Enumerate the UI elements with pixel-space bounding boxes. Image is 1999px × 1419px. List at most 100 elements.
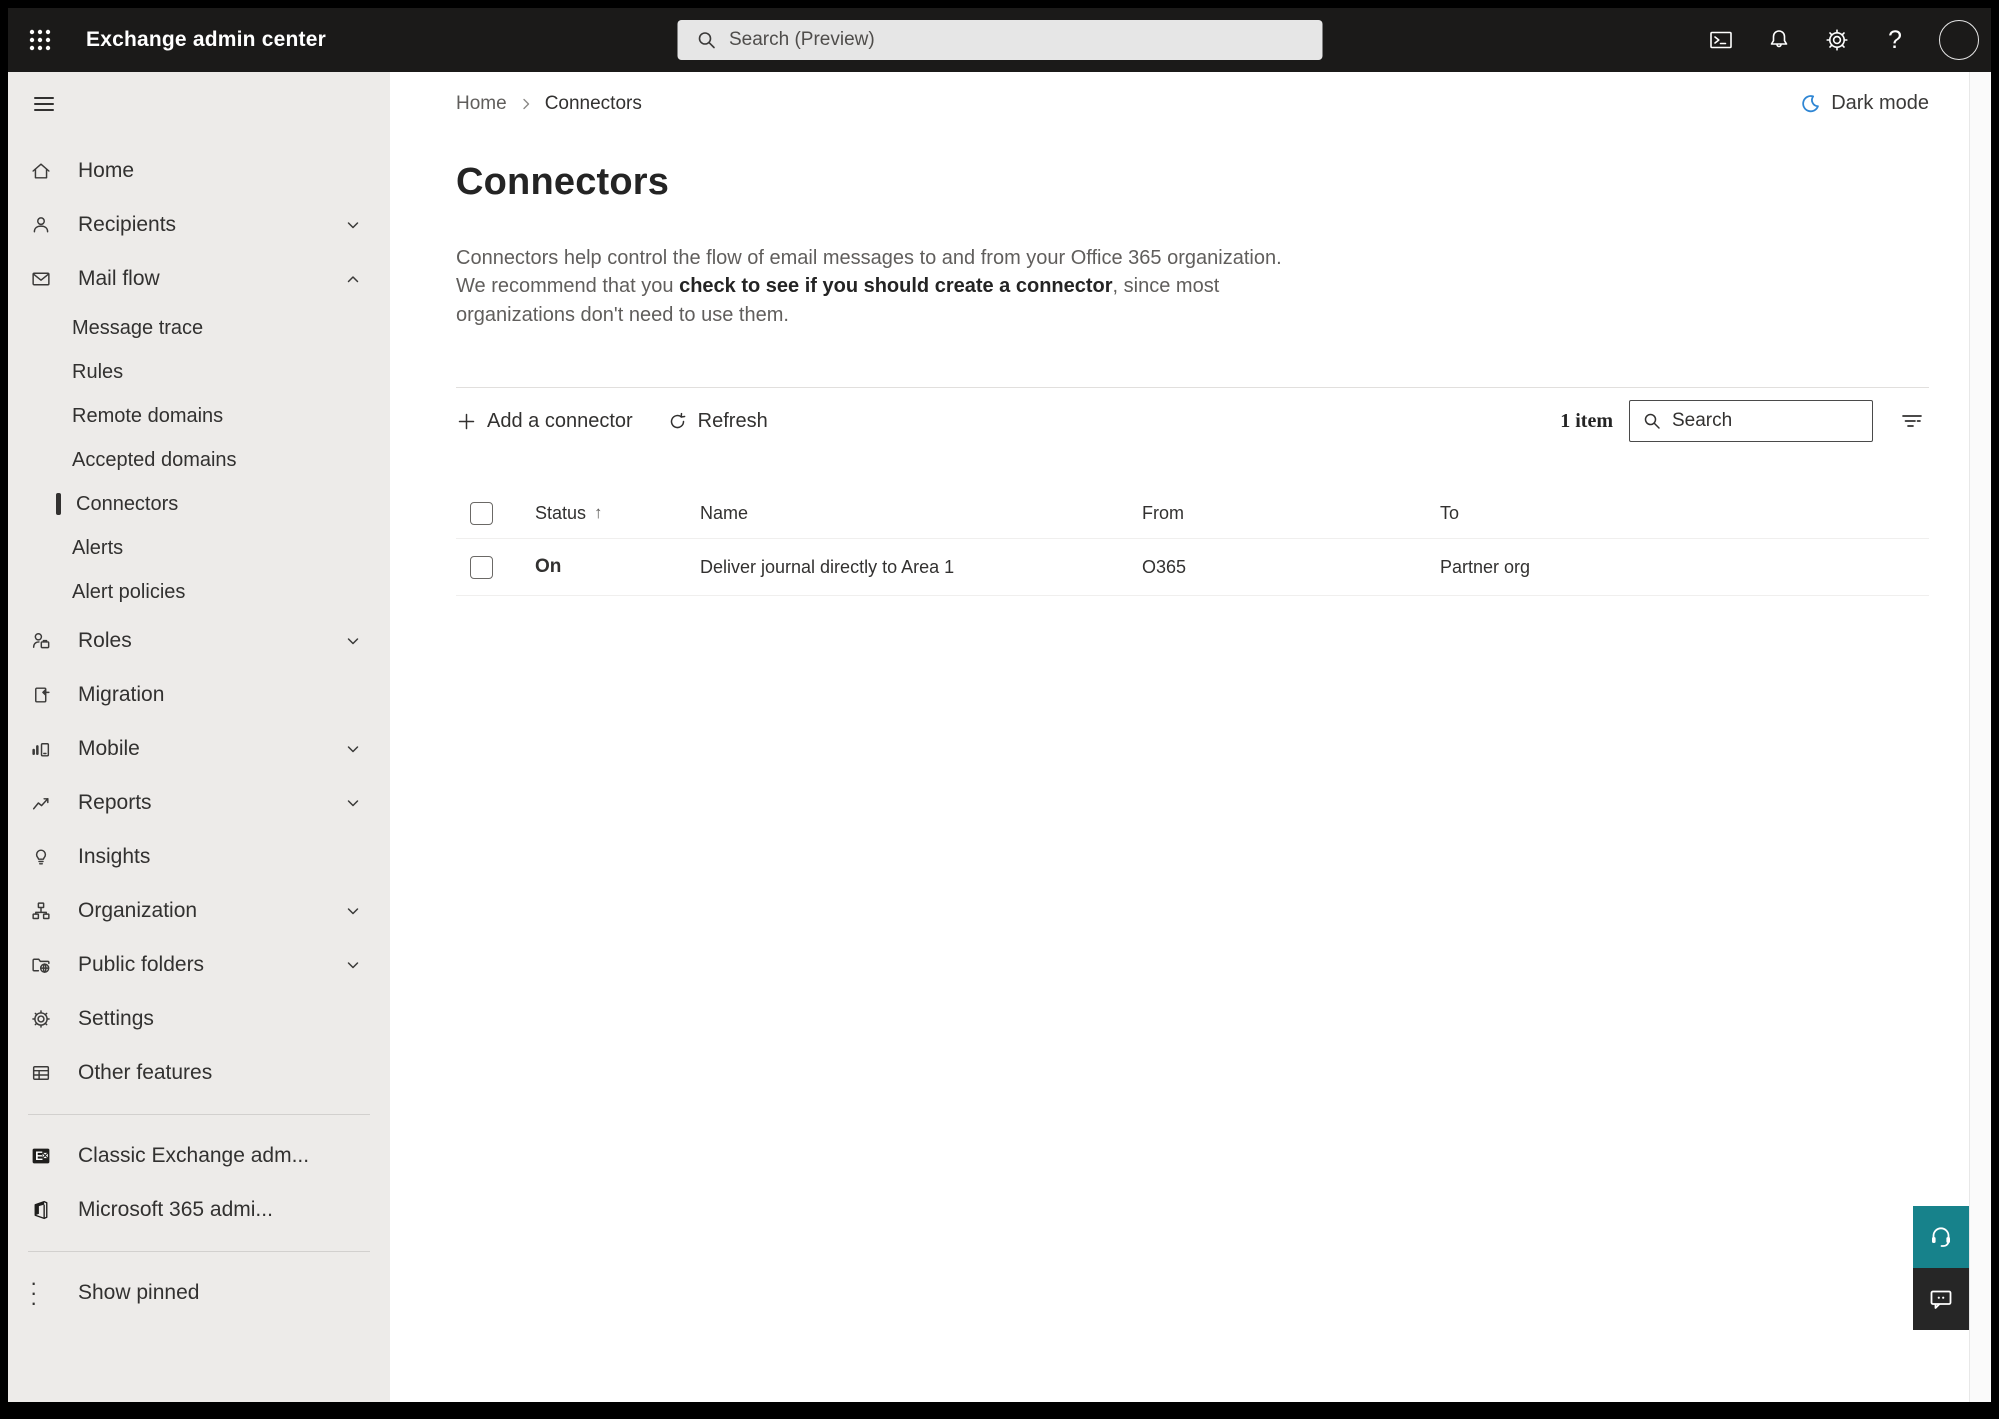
sidebar-item-label: Message trace bbox=[72, 316, 204, 339]
bell-icon bbox=[1766, 27, 1792, 53]
sidebar-item-label: Organization bbox=[78, 899, 198, 922]
sidebar-divider bbox=[28, 1251, 370, 1252]
sidebar: Home Recipients Mail flow Message trace … bbox=[8, 72, 390, 1402]
dark-mode-toggle[interactable]: Dark mode bbox=[1798, 92, 1929, 115]
sidebar-item-label: Public folders bbox=[78, 953, 205, 976]
sidebar-item-classic-exchange[interactable]: E Classic Exchange adm... bbox=[8, 1129, 390, 1183]
sidebar-item-show-pinned[interactable]: · · · Show pinned bbox=[8, 1266, 390, 1320]
topbar: Exchange admin center Search (Preview) ? bbox=[8, 8, 1991, 72]
main-content: Home Connectors Dark mode Connectors Con… bbox=[390, 72, 1969, 1402]
sidebar-item-mobile[interactable]: Mobile bbox=[8, 722, 390, 776]
search-icon bbox=[695, 29, 717, 51]
global-search-box[interactable] bbox=[677, 20, 1322, 60]
global-search-input[interactable] bbox=[729, 29, 1308, 51]
row-checkbox[interactable] bbox=[470, 555, 493, 579]
sidebar-item-settings[interactable]: Settings bbox=[8, 992, 390, 1046]
sidebar-item-label: Alert policies bbox=[72, 580, 186, 603]
row-name[interactable]: Deliver journal directly to Area 1 bbox=[686, 557, 1128, 578]
sidebar-item-alert-policies[interactable]: Alert policies bbox=[8, 570, 390, 614]
waffle-icon bbox=[27, 27, 53, 53]
column-header-status[interactable]: Status ↑ bbox=[520, 503, 686, 524]
table-row[interactable]: On Deliver journal directly to Area 1 O3… bbox=[456, 538, 1929, 597]
chart-phone-icon bbox=[30, 738, 52, 760]
sidebar-item-public-folders[interactable]: Public folders bbox=[8, 938, 390, 992]
sidebar-item-connectors[interactable]: Connectors bbox=[8, 482, 390, 526]
breadcrumb: Home Connectors bbox=[456, 93, 642, 115]
line-chart-icon bbox=[30, 792, 52, 814]
column-header-to[interactable]: To bbox=[1426, 503, 1929, 524]
sidebar-item-label: Microsoft 365 admi... bbox=[78, 1198, 273, 1221]
dark-mode-label: Dark mode bbox=[1831, 92, 1929, 114]
help-button[interactable]: ? bbox=[1881, 26, 1909, 54]
sidebar-item-alerts[interactable]: Alerts bbox=[8, 526, 390, 570]
folder-globe-icon bbox=[30, 954, 52, 976]
collapse-nav-button[interactable] bbox=[24, 84, 64, 124]
body-row: Home Recipients Mail flow Message trace … bbox=[8, 72, 1991, 1402]
row-from: O365 bbox=[1142, 556, 1187, 577]
sidebar-item-other-features[interactable]: Other features bbox=[8, 1046, 390, 1100]
app-title: Exchange admin center bbox=[86, 28, 326, 51]
add-connector-button[interactable]: Add a connector bbox=[456, 410, 633, 433]
chevron-down-icon bbox=[344, 632, 362, 650]
notifications-button[interactable] bbox=[1765, 26, 1793, 54]
home-icon bbox=[30, 160, 52, 182]
column-header-name[interactable]: Name bbox=[686, 503, 1128, 524]
app-launcher-button[interactable] bbox=[8, 8, 72, 72]
person-icon bbox=[30, 214, 52, 236]
description-link[interactable]: check to see if you should create a conn… bbox=[679, 275, 1112, 297]
filter-button[interactable] bbox=[1895, 404, 1929, 438]
ellipsis-icon: · · · bbox=[30, 1270, 40, 1315]
chevron-down-icon bbox=[344, 956, 362, 974]
sidebar-item-organization[interactable]: Organization bbox=[8, 884, 390, 938]
sidebar-item-mail-flow[interactable]: Mail flow bbox=[8, 252, 390, 306]
page-description: Connectors help control the flow of emai… bbox=[456, 244, 1296, 329]
sidebar-item-insights[interactable]: Insights bbox=[8, 830, 390, 884]
toolbar-right: 1 item bbox=[1560, 400, 1929, 443]
sidebar-item-label: Mobile bbox=[78, 737, 140, 760]
breadcrumb-home-link[interactable]: Home bbox=[456, 93, 507, 115]
person-briefcase-icon bbox=[30, 630, 52, 652]
table-header-row: Status ↑ Name From To bbox=[456, 488, 1929, 538]
sidebar-item-m365-admin[interactable]: Microsoft 365 admi... bbox=[8, 1183, 390, 1237]
sidebar-item-label: Alerts bbox=[72, 536, 124, 559]
sidebar-item-label: Mail flow bbox=[78, 267, 160, 290]
account-avatar[interactable] bbox=[1939, 20, 1979, 60]
sidebar-item-reports[interactable]: Reports bbox=[8, 776, 390, 830]
powershell-button[interactable] bbox=[1707, 26, 1735, 54]
table-icon bbox=[30, 1062, 52, 1084]
sidebar-item-remote-domains[interactable]: Remote domains bbox=[8, 394, 390, 438]
sidebar-item-rules[interactable]: Rules bbox=[8, 350, 390, 394]
svg-text:E: E bbox=[35, 1151, 43, 1163]
sidebar-item-label: Other features bbox=[78, 1061, 213, 1084]
scrollbar-track[interactable] bbox=[1969, 72, 1991, 1402]
refresh-button[interactable]: Refresh bbox=[667, 410, 768, 433]
breadcrumb-current: Connectors bbox=[544, 92, 642, 114]
page-title: Connectors bbox=[456, 161, 670, 203]
search-icon bbox=[1642, 411, 1662, 431]
sidebar-item-accepted-domains[interactable]: Accepted domains bbox=[8, 438, 390, 482]
list-search-input[interactable] bbox=[1672, 410, 1862, 433]
topbar-actions: ? bbox=[1707, 20, 1991, 60]
select-all-checkbox[interactable] bbox=[470, 501, 493, 525]
feedback-button[interactable] bbox=[1913, 1268, 1969, 1330]
sidebar-item-message-trace[interactable]: Message trace bbox=[8, 306, 390, 350]
chevron-down-icon bbox=[344, 902, 362, 920]
chevron-down-icon bbox=[344, 216, 362, 234]
row-to: Partner org bbox=[1440, 556, 1531, 577]
sidebar-divider bbox=[28, 1114, 370, 1115]
support-button[interactable] bbox=[1913, 1206, 1969, 1268]
column-header-from[interactable]: From bbox=[1128, 503, 1426, 524]
plus-icon bbox=[456, 411, 477, 432]
sidebar-item-label: Rules bbox=[72, 360, 124, 383]
settings-button[interactable] bbox=[1823, 26, 1851, 54]
gear-icon bbox=[1824, 27, 1850, 53]
sidebar-item-recipients[interactable]: Recipients bbox=[8, 198, 390, 252]
filter-icon bbox=[1899, 408, 1925, 434]
refresh-label: Refresh bbox=[697, 409, 768, 432]
sidebar-item-home[interactable]: Home bbox=[8, 144, 390, 198]
document-arrow-icon bbox=[30, 684, 52, 706]
sidebar-item-migration[interactable]: Migration bbox=[8, 668, 390, 722]
lightbulb-icon bbox=[30, 846, 52, 868]
sidebar-item-roles[interactable]: Roles bbox=[8, 614, 390, 668]
list-search-box[interactable] bbox=[1629, 400, 1873, 443]
